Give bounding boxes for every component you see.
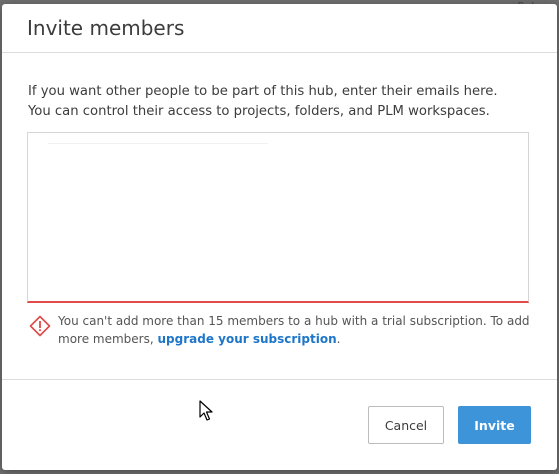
upgrade-subscription-link[interactable]: upgrade your subscription [157, 332, 336, 346]
emails-input[interactable] [27, 132, 529, 303]
invite-members-dialog: Invite members If you want other people … [2, 4, 557, 470]
dialog-title: Invite members [27, 16, 185, 40]
footer-divider [2, 379, 557, 380]
dialog-header: Invite members [2, 4, 557, 53]
dialog-description: If you want other people to be part of t… [28, 82, 536, 122]
invite-button[interactable]: Invite [458, 406, 531, 444]
arrow-cursor-icon [199, 400, 213, 421]
warning-icon [29, 315, 51, 337]
error-text: You can't add more than 15 members to a … [58, 312, 534, 348]
error-message: You can't add more than 15 members to a … [28, 312, 534, 348]
cancel-button[interactable]: Cancel [368, 406, 444, 444]
description-line-1: If you want other people to be part of t… [28, 84, 498, 99]
error-text-end: . [336, 332, 341, 346]
input-faint-divider [48, 143, 268, 144]
description-line-2: You can control their access to projects… [28, 104, 490, 119]
